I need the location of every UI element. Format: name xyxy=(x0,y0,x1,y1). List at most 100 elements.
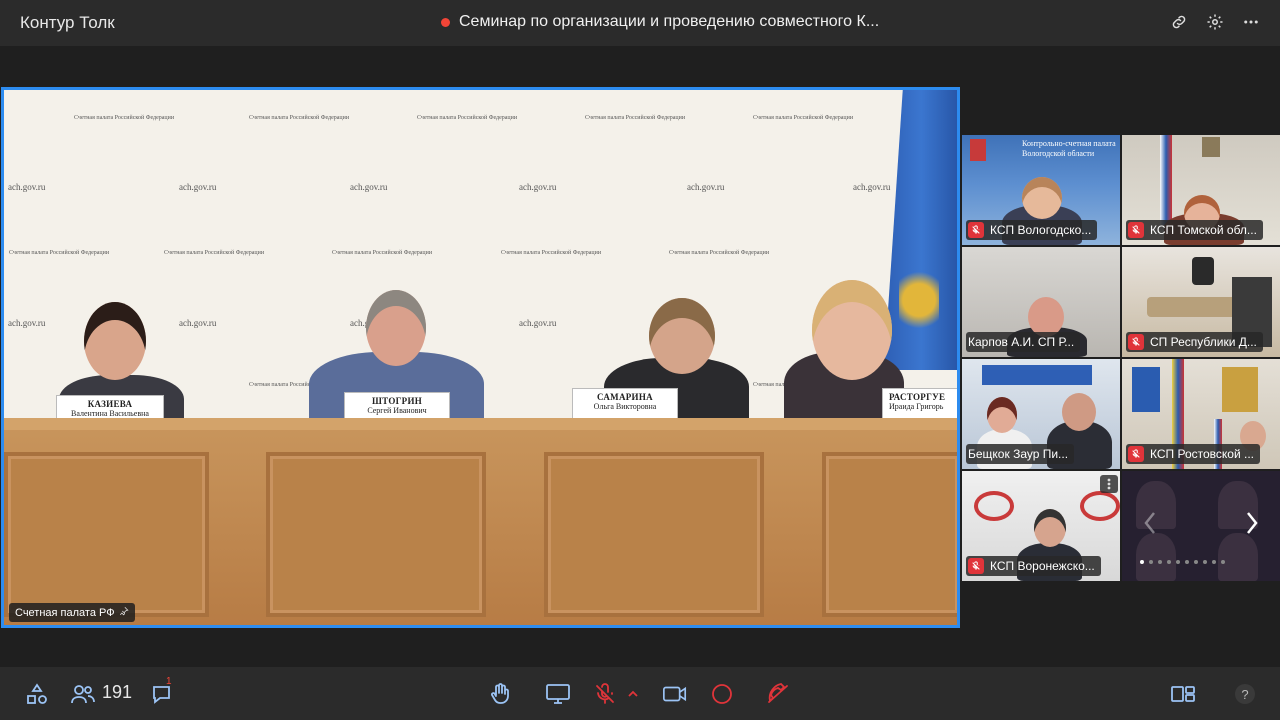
coat-of-arms-icon xyxy=(970,139,986,161)
participant-tiles-grid: Контрольно-счетная палата Вологодской об… xyxy=(962,135,1280,581)
participant-tile[interactable]: Карпов А.И. СП Р... xyxy=(962,247,1120,357)
page-dot[interactable] xyxy=(1176,560,1180,564)
link-icon[interactable] xyxy=(1168,11,1190,33)
backdrop-org-text: Счетная палата Российской Федерации xyxy=(332,250,433,256)
coat-of-arms-icon xyxy=(1222,367,1258,412)
backdrop-org-text: Счетная палата Российской Федерации xyxy=(164,250,265,256)
speaker-head xyxy=(812,280,892,380)
pin-icon[interactable] xyxy=(119,606,129,619)
participant-head xyxy=(1022,177,1062,219)
camera-icon[interactable] xyxy=(662,681,688,707)
backdrop-org-text: Счетная палата Российской Федерации xyxy=(753,115,854,121)
page-dot[interactable] xyxy=(1194,560,1198,564)
page-dot[interactable] xyxy=(1221,560,1225,564)
meeting-title: Семинар по организации и проведению совм… xyxy=(441,13,879,31)
backdrop-url-text: ach.gov.ru xyxy=(350,182,388,192)
backdrop-org-text: Счетная палата Российской Федерации xyxy=(669,250,770,256)
backdrop-org-text: Счетная палата Российской Федерации xyxy=(249,115,350,121)
backdrop-url-text: ach.gov.ru xyxy=(519,318,557,328)
backdrop-org-text: Счетная палата Российской Федерации xyxy=(501,250,602,256)
page-dot[interactable] xyxy=(1185,560,1189,564)
desk-panel xyxy=(822,452,957,617)
mic-off-icon xyxy=(968,222,984,238)
record-icon[interactable] xyxy=(709,681,735,707)
coat-of-arms-icon xyxy=(1132,367,1160,412)
tile-banner-text: Контрольно-счетная палата Вологодской об… xyxy=(1022,139,1116,158)
speaker-head xyxy=(366,290,426,366)
tile-label: КСП Ростовской ... xyxy=(1126,444,1261,464)
participants-icon[interactable] xyxy=(70,681,96,707)
desk-panel xyxy=(4,452,209,617)
end-call-icon[interactable] xyxy=(765,681,791,707)
desk-panel xyxy=(544,452,764,617)
chevron-right-icon[interactable] xyxy=(1238,505,1266,541)
tile-label: КСП Томской обл... xyxy=(1126,220,1263,240)
gear-icon[interactable] xyxy=(1204,11,1226,33)
backdrop-url-text: ach.gov.ru xyxy=(8,182,46,192)
speaker-head xyxy=(649,298,715,374)
shapes-icon[interactable] xyxy=(24,681,50,707)
top-actions xyxy=(1168,11,1262,33)
banner-graphic xyxy=(982,365,1092,385)
participant-tile[interactable]: СП Республики Д... xyxy=(1122,247,1280,357)
backdrop-url-text: ach.gov.ru xyxy=(179,182,217,192)
logo-graphic xyxy=(974,491,1014,521)
chevron-up-icon[interactable] xyxy=(624,681,642,707)
tile-label: Бещкок Заур Пи... xyxy=(966,444,1075,464)
page-dot[interactable] xyxy=(1203,560,1207,564)
portrait-graphic xyxy=(1202,137,1220,157)
mic-off-icon xyxy=(1128,222,1144,238)
page-dot[interactable] xyxy=(1212,560,1216,564)
page-dot[interactable] xyxy=(1149,560,1153,564)
page-dot[interactable] xyxy=(1167,560,1171,564)
flag-graphic xyxy=(1160,135,1172,225)
desk-top xyxy=(4,418,957,430)
mic-off-icon xyxy=(1128,334,1144,350)
tile-label: КСП Воронежско... xyxy=(966,556,1101,576)
participant-tile[interactable]: Контрольно-счетная палата Вологодской об… xyxy=(962,135,1120,245)
backdrop-url-text: ach.gov.ru xyxy=(687,182,725,192)
chat-icon[interactable]: 1 xyxy=(150,676,176,707)
backdrop-url-text: ach.gov.ru xyxy=(8,318,46,328)
page-dot[interactable] xyxy=(1158,560,1162,564)
raise-hand-icon[interactable] xyxy=(487,681,513,707)
chevron-left-icon[interactable] xyxy=(1136,505,1164,541)
chat-badge: 1 xyxy=(166,676,172,687)
help-icon[interactable]: ? xyxy=(1232,681,1258,707)
participant-head xyxy=(1062,393,1096,431)
layout-icon[interactable] xyxy=(1170,681,1196,707)
desk-panel xyxy=(266,452,486,617)
logo-graphic xyxy=(1080,491,1120,521)
participant-head xyxy=(987,397,1017,433)
mic-off-icon[interactable] xyxy=(592,681,618,707)
backdrop-url-text: ach.gov.ru xyxy=(179,318,217,328)
participant-tile[interactable]: Бещкок Заур Пи... xyxy=(962,359,1120,469)
emblem-graphic xyxy=(899,265,939,335)
participant-head xyxy=(1034,509,1066,547)
stage-participant-label: Счетная палата РФ xyxy=(9,603,135,622)
recording-indicator-icon xyxy=(441,17,450,27)
meeting-title-text: Семинар по организации и проведению совм… xyxy=(459,13,880,30)
mic-off-icon xyxy=(1128,446,1144,462)
page-dot[interactable] xyxy=(1140,560,1144,564)
backdrop-url-text: ach.gov.ru xyxy=(853,182,891,192)
chair-graphic xyxy=(1192,257,1214,285)
more-menu-icon[interactable] xyxy=(1240,11,1262,33)
speaker-head xyxy=(84,302,146,380)
tile-more-icon[interactable] xyxy=(1100,475,1118,493)
app-title: Контур Толк xyxy=(20,13,115,32)
mic-off-icon xyxy=(968,558,984,574)
participant-tile[interactable]: КСП Томской обл... xyxy=(1122,135,1280,245)
backdrop-org-text: Счетная палата Российской Федерации xyxy=(74,115,175,121)
tile-pager-dots[interactable] xyxy=(1140,560,1225,564)
backdrop-org-text: Счетная палата Российской Федерации xyxy=(9,250,110,256)
screen-share-icon[interactable] xyxy=(545,681,571,707)
backdrop-org-text: Счетная палата Российской Федерации xyxy=(585,115,686,121)
tile-label: КСП Вологодско... xyxy=(966,220,1098,240)
participants-count[interactable]: 191 xyxy=(102,682,132,703)
participant-tile[interactable]: КСП Воронежско... xyxy=(962,471,1120,581)
participant-tile[interactable]: КСП Ростовской ... xyxy=(1122,359,1280,469)
top-bar: Контур Толк Семинар по организации и про… xyxy=(0,0,1280,46)
main-video-stage[interactable]: Счетная палата Российской Федерации Счет… xyxy=(1,87,960,628)
backdrop-org-text: Счетная палата Российской Федерации xyxy=(417,115,518,121)
